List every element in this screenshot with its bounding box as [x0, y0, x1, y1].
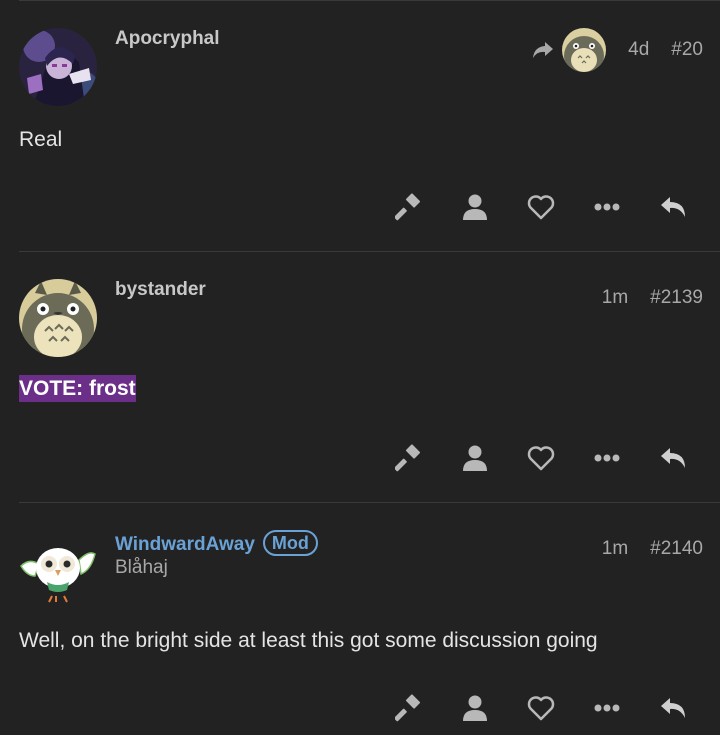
gavel-icon	[395, 694, 421, 722]
gavel-icon	[395, 444, 421, 472]
reply-button[interactable]	[640, 688, 706, 728]
username[interactable]: bystander	[115, 279, 206, 301]
post-actions	[376, 187, 706, 227]
more-button[interactable]	[574, 438, 640, 478]
post-actions	[376, 438, 706, 478]
post-number[interactable]: #2139	[650, 287, 703, 309]
user-icon	[463, 445, 487, 471]
reply-icon	[661, 448, 685, 468]
post-body: Real	[19, 128, 63, 151]
reply-to-avatar[interactable]	[562, 28, 607, 72]
reply-icon	[661, 197, 685, 217]
username[interactable]: WindwardAway Mod	[115, 530, 318, 556]
post-apocryphal: Apocryphal 4d #20 Real	[0, 0, 720, 251]
post-windwardaway: WindwardAway Mod Blåhaj 1m #2140 Well, on…	[0, 502, 720, 735]
mod-badge: Mod	[262, 530, 318, 556]
ellipsis-icon	[594, 454, 620, 462]
avatar[interactable]	[19, 279, 97, 357]
like-button[interactable]	[508, 688, 574, 728]
post-bystander: bystander 1m #2139 VOTE: frost	[0, 251, 720, 502]
more-button[interactable]	[574, 688, 640, 728]
post-meta: 1m #2139	[602, 287, 703, 309]
like-button[interactable]	[508, 438, 574, 478]
post-number[interactable]: #20	[671, 39, 703, 61]
avatar[interactable]	[19, 530, 97, 608]
ellipsis-icon	[594, 203, 620, 211]
vote-highlight: VOTE: frost	[19, 375, 136, 402]
post-meta: 4d #20	[532, 28, 703, 72]
post-body: Well, on the bright side at least this g…	[19, 629, 598, 652]
post-meta: 1m #2140	[602, 538, 703, 560]
username-text[interactable]: WindwardAway	[115, 534, 255, 555]
post-body: VOTE: frost	[19, 375, 136, 402]
user-card-button[interactable]	[442, 438, 508, 478]
flag-button[interactable]	[376, 688, 442, 728]
reply-button[interactable]	[640, 187, 706, 227]
more-button[interactable]	[574, 187, 640, 227]
avatar[interactable]	[19, 28, 97, 106]
flag-button[interactable]	[376, 438, 442, 478]
post-actions	[376, 688, 706, 728]
reply-button[interactable]	[640, 438, 706, 478]
user-icon	[463, 695, 487, 721]
user-card-button[interactable]	[442, 688, 508, 728]
heart-icon	[527, 195, 555, 220]
post-number[interactable]: #2140	[650, 538, 703, 560]
flag-button[interactable]	[376, 187, 442, 227]
gavel-icon	[395, 193, 421, 221]
user-card-button[interactable]	[442, 187, 508, 227]
post-age[interactable]: 1m	[602, 538, 628, 560]
post-age[interactable]: 4d	[628, 39, 649, 61]
like-button[interactable]	[508, 187, 574, 227]
share-arrow-icon	[532, 41, 554, 59]
heart-icon	[527, 696, 555, 721]
heart-icon	[527, 446, 555, 471]
ellipsis-icon	[594, 704, 620, 712]
reply-icon	[661, 698, 685, 718]
post-age[interactable]: 1m	[602, 287, 628, 309]
username[interactable]: Apocryphal	[115, 28, 220, 50]
user-icon	[463, 194, 487, 220]
user-title: Blåhaj	[115, 557, 168, 578]
